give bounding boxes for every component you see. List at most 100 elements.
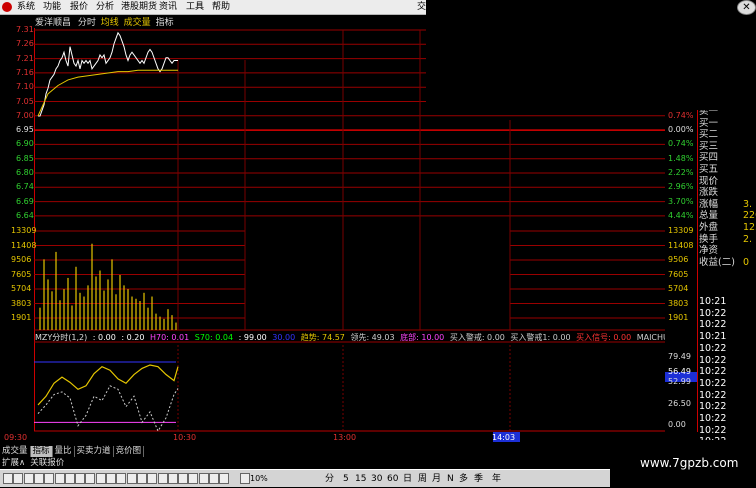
panel-time: 10:22 (699, 319, 727, 331)
toolbar-icon[interactable] (136, 473, 147, 484)
toolbar-icon[interactable] (116, 473, 127, 484)
time-label: 14:03 (492, 433, 516, 442)
toolbar-icon[interactable] (126, 473, 137, 484)
period-button[interactable]: 多 (459, 470, 468, 488)
volume-label-left: 9506 (11, 255, 32, 264)
panel-value: 3. (743, 198, 753, 210)
bottom-tab-2[interactable]: 扩展∧ (2, 458, 25, 468)
period-button[interactable]: 30 (371, 470, 382, 488)
volume-label-left: 7605 (11, 269, 32, 279)
zoom-label[interactable]: 10% (250, 470, 268, 488)
volume-label-right: 5704 (668, 284, 689, 293)
indicator-title: MZY分时(1,2) (35, 333, 88, 342)
price-label-left: 6.80 (16, 168, 34, 177)
price-label-left: 7.00 (16, 110, 34, 120)
trend-line (37, 364, 179, 406)
toolbar-icon[interactable] (209, 473, 219, 484)
panel-time: 10:22 (699, 401, 727, 413)
toolbar-icon[interactable] (178, 473, 189, 484)
toolbar-icon[interactable] (157, 473, 168, 484)
period-button[interactable]: 年 (492, 470, 501, 488)
period-button[interactable]: 季 (474, 470, 483, 488)
price-label-left: 6.74 (16, 182, 34, 192)
time-label: 09:30 (4, 433, 28, 442)
toolbar-icon[interactable] (239, 473, 250, 484)
toolbar-icon[interactable] (64, 473, 75, 484)
toolbar-icon[interactable] (198, 473, 209, 484)
price-label-left: 7.05 (16, 96, 34, 106)
toolbar-icon[interactable] (3, 473, 13, 484)
toolbar-icon[interactable] (54, 473, 65, 484)
period-button[interactable]: 15 (355, 470, 366, 488)
period-button[interactable]: 周 (418, 470, 427, 488)
toolbar-icon[interactable] (13, 473, 24, 484)
period-button[interactable]: 60 (387, 470, 398, 488)
indicator-value: : 0.00 (90, 333, 116, 342)
period-toolbar: 10% 分 5 15 30 60 日周月 N 多季年 (0, 469, 610, 487)
price-label-right: 0.00% (668, 125, 694, 135)
price-label-left: 6.95 (16, 125, 34, 135)
bottom-tab[interactable]: 竞价图 (114, 446, 145, 457)
indicator-header: MZY分时(1,2) : 0.00 : 0.20 H70: 0.01 S70: … (35, 333, 665, 343)
panel-time: 10:22 (699, 342, 727, 354)
period-button[interactable]: 5 (343, 470, 349, 488)
price-label-left: 7.10 (16, 82, 34, 92)
toolbar-icon[interactable] (75, 473, 86, 484)
price-line (38, 31, 178, 117)
indicator-value: S70: 0.04 (192, 333, 234, 342)
period-button[interactable]: 月 (432, 470, 441, 488)
toolbar-icon[interactable] (219, 473, 230, 484)
panel-time: 10:22 (699, 354, 727, 366)
toolbar-icon[interactable] (106, 473, 116, 484)
indicator-label-right: 56.49 (668, 367, 691, 376)
volume-label-right: 3803 (668, 298, 689, 308)
panel-label: 卖一 (699, 110, 719, 117)
price-label-left: 6.85 (16, 153, 34, 163)
panel-label: 涨幅 (699, 198, 719, 210)
watermark: www.7gpzb.com (640, 456, 739, 470)
toolbar-icon[interactable] (23, 473, 34, 484)
lead-line (37, 385, 179, 433)
bottom-tabs: 成交量 指标 量比 买卖力道 竞价图 (0, 446, 610, 457)
volume-label-left: 13309 (11, 226, 37, 235)
intraday-chart (34, 28, 698, 442)
price-label-left: 6.64 (16, 210, 34, 220)
panel-value: 123 (743, 222, 756, 233)
bottom-tab[interactable]: 成交量 (0, 446, 31, 457)
indicator-value: H70: 0.01 (147, 333, 190, 342)
indicator-value: 领先: 49.03 (347, 333, 395, 342)
panel-label: 买三 (699, 140, 719, 152)
toolbar-icon[interactable] (167, 473, 178, 484)
toolbar-icon[interactable] (33, 473, 44, 484)
bottom-tab-2[interactable]: 关联报价 (30, 458, 64, 468)
toolbar-icon[interactable] (85, 473, 96, 484)
panel-label: 买五 (699, 164, 719, 175)
panel-label: 收益(二) (699, 256, 735, 268)
panel-label: 买一 (699, 117, 719, 129)
panel-time: 10:22 (699, 436, 726, 440)
price-label-right: 2.96% (668, 182, 694, 192)
toolbar-icon[interactable] (147, 473, 158, 484)
indicator-value: 买入警戒1: 0.00 (507, 333, 571, 342)
bottom-tab[interactable]: 量比 (53, 446, 75, 457)
price-label-right: 1.48% (668, 153, 694, 163)
period-button[interactable]: 分 (325, 470, 334, 488)
panel-time: 10:22 (699, 366, 727, 378)
indicator-label-right: 79.49 (668, 352, 691, 361)
indicator-value: : 99.00 (236, 333, 267, 342)
toolbar-icon[interactable] (188, 473, 199, 484)
bottom-tab[interactable]: 买卖力道 (75, 446, 114, 457)
volume-label-left: 1901 (11, 313, 32, 322)
volume-label-right: 11408 (668, 240, 694, 250)
panel-label: 涨跌 (699, 187, 719, 199)
bottom-tab[interactable]: 指标 (30, 446, 53, 457)
panel-value: 220 (743, 210, 756, 222)
period-button[interactable]: N (447, 470, 454, 488)
toolbar-icon[interactable] (95, 473, 106, 484)
period-button[interactable]: 日 (403, 470, 412, 488)
quote-panel: 卖一买一买二买三买四买五现价涨跌涨幅 3. 总量 220 外盘 123 换手 2. 净资收益(二… (697, 110, 756, 440)
price-label-left: 7.16 (16, 67, 34, 77)
toolbar-icon[interactable] (44, 473, 55, 484)
indicator-value: 买入警戒: 0.00 (447, 333, 505, 342)
panel-label: 换手 (699, 233, 719, 245)
